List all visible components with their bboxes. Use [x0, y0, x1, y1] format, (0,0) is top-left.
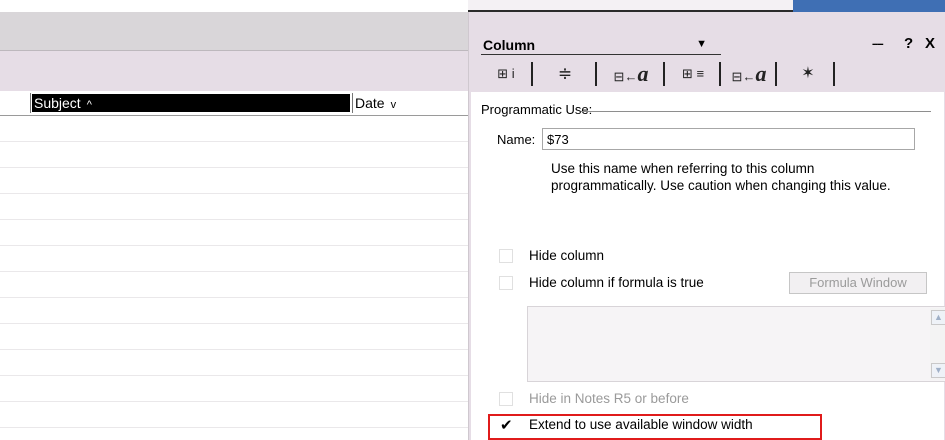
column-header-label: Subject [34, 95, 81, 111]
table-row[interactable] [0, 402, 468, 428]
numbers-format-icon: ⊞ ≡ [681, 66, 705, 81]
hide-column-option[interactable]: Hide column [499, 247, 799, 267]
hide-if-formula-label: Hide column if formula is true [529, 275, 704, 290]
help-icon[interactable]: ? [904, 34, 913, 54]
properties-tabs: ⊞ i ≑ ⊟←a ⊞ ≡ ⊟←a ✶ [481, 60, 881, 88]
name-label: Name: [497, 132, 536, 147]
section-divider [581, 111, 931, 112]
name-help-text: Use this name when referring to this col… [551, 161, 891, 193]
table-row[interactable] [0, 116, 468, 142]
title-font-icon: a [755, 61, 767, 86]
table-row[interactable] [0, 272, 468, 298]
properties-title-row: Column ▼ ---- ? X [469, 34, 945, 56]
column-header-row: Subject ^ Date v [0, 91, 468, 116]
sort-icon: ≑ [557, 64, 573, 83]
name-field[interactable] [542, 128, 915, 150]
view-toolbar-area [0, 12, 468, 51]
table-row[interactable] [0, 220, 468, 246]
hide-if-formula-checkbox[interactable] [499, 276, 513, 290]
table-row[interactable] [0, 142, 468, 168]
column-separator[interactable] [352, 93, 353, 113]
close-icon[interactable]: X [925, 34, 935, 54]
highlight-annotation [488, 414, 822, 440]
column-header-date[interactable]: Date v [355, 94, 396, 112]
hide-if-formula-option[interactable]: Hide column if formula is true [499, 274, 779, 294]
dock-icon[interactable]: ---- [872, 34, 884, 54]
scroll-down-icon[interactable]: ▼ [931, 363, 945, 378]
tab-sorting[interactable]: ≑ [535, 62, 597, 86]
column-header-subject[interactable]: Subject ^ [32, 94, 350, 112]
sort-descending-icon[interactable]: v [391, 96, 397, 114]
hide-in-notes-label: Hide in Notes R5 or before [529, 391, 689, 406]
table-row[interactable] [0, 168, 468, 194]
advanced-propeller-icon: ✶ [801, 65, 815, 82]
table-row[interactable] [0, 194, 468, 220]
tab-advanced[interactable]: ✶ [783, 62, 835, 86]
properties-type-value: Column [483, 37, 536, 53]
view-pane: Subject ^ Date v [0, 0, 468, 440]
column-header-label: Date [355, 95, 385, 111]
window-tab-blue[interactable] [793, 0, 945, 12]
hide-in-notes-checkbox[interactable] [499, 392, 513, 406]
table-row[interactable] [0, 350, 468, 376]
table-row[interactable] [0, 246, 468, 272]
column-separator[interactable] [30, 93, 31, 113]
formula-scrollbar[interactable]: ▲ ▼ [930, 308, 945, 380]
section-title: Programmatic Use: [481, 102, 593, 117]
chevron-down-icon[interactable]: ▼ [696, 38, 707, 50]
formula-textarea[interactable]: ▲ ▼ [527, 306, 945, 382]
tab-numbers[interactable]: ⊞ ≡ [667, 62, 721, 86]
view-rows [0, 116, 468, 428]
table-row[interactable] [0, 298, 468, 324]
properties-panel-body: Programmatic Use: Name: Use this name wh… [471, 92, 945, 440]
arrow-left-icon: ⊟← [613, 69, 638, 84]
properties-window-controls: ---- ? X [872, 34, 942, 54]
hide-in-notes-option[interactable]: Hide in Notes R5 or before [499, 390, 799, 410]
formula-window-button[interactable]: Formula Window [789, 272, 927, 294]
sort-ascending-icon[interactable]: ^ [87, 96, 92, 114]
tab-title-font[interactable]: ⊟←a [723, 62, 777, 86]
font-icon: a [637, 61, 649, 86]
properties-type-select[interactable]: Column ▼ [481, 36, 721, 55]
view-action-bar [0, 51, 468, 91]
hide-column-label: Hide column [529, 248, 605, 263]
title-arrow-icon: ⊟← [731, 69, 756, 84]
hide-column-checkbox[interactable] [499, 249, 513, 263]
table-row[interactable] [0, 324, 468, 350]
table-row[interactable] [0, 376, 468, 402]
tab-column-font[interactable]: ⊟←a [599, 62, 665, 86]
scroll-up-icon[interactable]: ▲ [931, 310, 945, 325]
properties-box: Column ▼ ---- ? X ⊞ i ≑ ⊟←a ⊞ ≡ ⊟←a ✶ Pr… [468, 12, 945, 440]
column-info-icon: ⊞ i [497, 66, 515, 81]
tab-column-info[interactable]: ⊞ i [481, 62, 533, 86]
